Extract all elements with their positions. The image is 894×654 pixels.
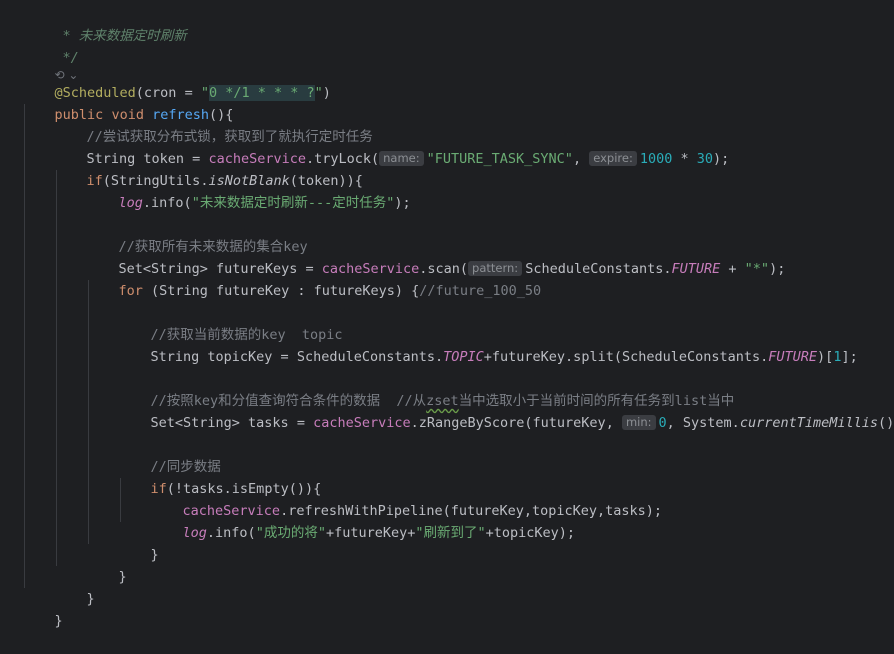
param-hint-min: min: (621, 415, 656, 430)
param-hint-name: name: (379, 151, 424, 166)
code-line[interactable]: Set<String> futureKeys = cacheService.sc… (86, 236, 785, 277)
code-line[interactable]: } (22, 588, 63, 629)
code-line[interactable]: if(StringUtils.isNotBlank(token)){ (54, 148, 363, 189)
indent-guide (56, 170, 57, 566)
code-line[interactable]: Set<String> tasks = cacheService.zRangeB… (118, 390, 894, 431)
code-line[interactable]: public void refresh(){ (22, 82, 234, 123)
param-hint-expire: expire: (589, 151, 637, 166)
code-line[interactable]: String topicKey = ScheduleConstants.TOPI… (118, 324, 858, 365)
code-line[interactable]: log.info("成功的将"+futureKey+"刷新到了"+topicKe… (150, 500, 576, 541)
code-line[interactable]: for (String futureKey : futureKeys) {//f… (86, 258, 542, 299)
code-line[interactable]: } (86, 544, 127, 585)
code-editor[interactable]: * 未来数据定时刷新 */ ⟲ ⌄ @Scheduled(cron = "0 *… (0, 0, 894, 629)
code-line[interactable]: //尝试获取分布式锁，获取到了就执行定时任务 (54, 104, 373, 145)
code-line[interactable]: //获取所有未来数据的集合key (86, 214, 308, 255)
code-line[interactable]: } (118, 522, 159, 563)
code-line[interactable]: cacheService.refreshWithPipeline(futureK… (150, 478, 663, 519)
code-line[interactable]: if(!tasks.isEmpty()){ (118, 456, 322, 497)
code-line[interactable]: //获取当前数据的key topic (118, 302, 343, 343)
code-line[interactable]: } (54, 566, 95, 607)
code-line[interactable]: //同步数据 (118, 434, 221, 475)
code-line[interactable]: * 未来数据定时刷新 (30, 3, 187, 44)
indent-guide (24, 104, 25, 588)
code-line[interactable]: //按照key和分值查询符合条件的数据 //从zset当中选取小于当前时间的所有… (118, 368, 735, 409)
doc-comment: * 未来数据定时刷新 (62, 28, 187, 44)
code-line[interactable]: String token = cacheService.tryLock(name… (54, 126, 729, 167)
code-line[interactable]: log.info("未来数据定时刷新---定时任务"); (86, 170, 411, 211)
code-line[interactable]: @Scheduled(cron = "0 */1 * * * ?") (22, 60, 331, 101)
